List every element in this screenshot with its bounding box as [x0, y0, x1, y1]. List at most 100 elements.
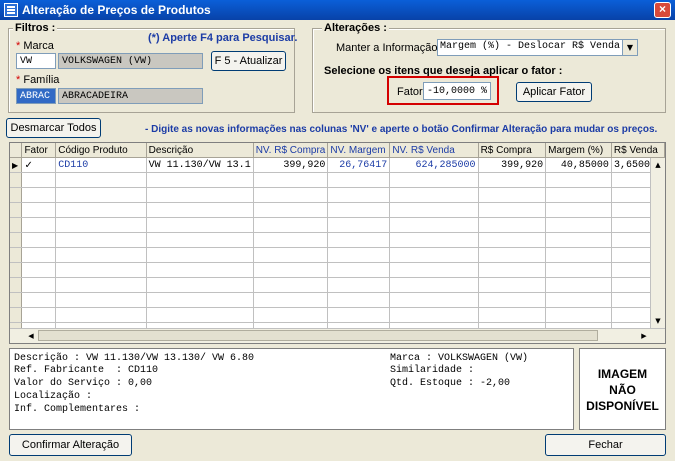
empty-cell — [478, 187, 547, 203]
empty-cell — [146, 217, 254, 233]
aplicar-fator-button[interactable]: Aplicar Fator — [516, 82, 592, 102]
empty-cell — [327, 232, 391, 248]
image-line-2: NÃO — [609, 383, 636, 397]
empty-cell — [253, 307, 329, 323]
empty-cell — [545, 277, 612, 293]
empty-cell — [146, 247, 254, 263]
vertical-scrollbar[interactable]: ▲ ▼ — [650, 158, 665, 328]
empty-cell — [327, 187, 391, 203]
cell-nv-venda[interactable]: 624,285000 — [389, 157, 479, 173]
empty-cell — [327, 217, 391, 233]
empty-cell — [146, 172, 254, 188]
scroll-thumb[interactable] — [38, 330, 598, 341]
fator-checkbox[interactable]: ✓ — [21, 157, 57, 173]
empty-cell — [21, 217, 57, 233]
detail-marca: Marca : VOLKSWAGEN (VW) — [390, 353, 529, 364]
empty-row — [10, 172, 665, 188]
col-nv-compra[interactable]: NV. R$ Compra — [253, 143, 329, 158]
col-venda[interactable]: R$ Venda — [611, 143, 665, 158]
products-grid[interactable]: Fator Código Produto Descrição NV. R$ Co… — [9, 142, 666, 344]
empty-cell — [55, 172, 147, 188]
empty-cell — [21, 277, 57, 293]
col-margem[interactable]: Margem (%) — [545, 143, 612, 158]
empty-cell — [55, 202, 147, 218]
empty-cell — [478, 292, 547, 308]
col-nv-venda[interactable]: NV. R$ Venda — [389, 143, 479, 158]
empty-row — [10, 262, 665, 278]
scroll-down-icon[interactable]: ▼ — [651, 314, 665, 328]
empty-cell — [253, 172, 329, 188]
col-compra[interactable]: R$ Compra — [478, 143, 547, 158]
empty-cell — [389, 262, 479, 278]
empty-row — [10, 247, 665, 263]
fechar-button[interactable]: Fechar — [545, 434, 666, 456]
empty-cell — [545, 292, 612, 308]
close-button[interactable]: × — [654, 2, 671, 18]
scroll-left-icon[interactable]: ◀ — [24, 329, 38, 343]
atualizar-button[interactable]: F 5 - Atualizar — [211, 51, 286, 71]
empty-cell — [10, 262, 23, 278]
familia-name-field — [58, 88, 203, 104]
empty-cell — [55, 277, 147, 293]
scroll-up-icon[interactable]: ▲ — [651, 158, 665, 172]
empty-cell — [10, 247, 23, 263]
empty-cell — [55, 307, 147, 323]
manter-select-value: Margem (%) - Deslocar R$ Venda — [440, 41, 621, 52]
empty-row — [10, 307, 665, 323]
scroll-right-icon[interactable]: ▶ — [637, 329, 651, 343]
empty-row — [10, 202, 665, 218]
empty-row — [10, 292, 665, 308]
col-nv-margem[interactable]: NV. Margem — [327, 143, 391, 158]
familia-code-input[interactable] — [16, 88, 56, 104]
empty-cell — [55, 232, 147, 248]
manter-select[interactable]: Margem (%) - Deslocar R$ Venda ▼ — [437, 39, 638, 56]
detail-valor: Valor do Serviço : 0,00 — [14, 378, 153, 389]
empty-cell — [389, 187, 479, 203]
row-pointer-icon: ▶ — [10, 157, 23, 173]
desmarcar-todos-button[interactable]: Desmarcar Todos — [6, 118, 101, 138]
empty-cell — [253, 292, 329, 308]
empty-cell — [545, 217, 612, 233]
confirmar-alteracao-button[interactable]: Confirmar Alteração — [9, 434, 132, 456]
col-descricao[interactable]: Descrição — [146, 143, 254, 158]
empty-cell — [327, 292, 391, 308]
empty-cell — [545, 202, 612, 218]
app-icon — [4, 3, 18, 17]
empty-row — [10, 232, 665, 248]
empty-cell — [327, 202, 391, 218]
row-indicator-header — [10, 143, 23, 158]
marca-code-input[interactable] — [16, 53, 56, 69]
detail-descricao: Descrição : VW 11.130/VW 13.130/ VW 6.80 — [14, 353, 255, 364]
col-fator[interactable]: Fator — [21, 143, 57, 158]
empty-cell — [21, 232, 57, 248]
empty-cell — [21, 187, 57, 203]
instruction-text: - Digite as novas informações nas coluna… — [145, 124, 658, 135]
empty-cell — [146, 262, 254, 278]
empty-cell — [146, 292, 254, 308]
empty-cell — [327, 277, 391, 293]
empty-cell — [146, 232, 254, 248]
empty-cell — [389, 292, 479, 308]
empty-cell — [253, 202, 329, 218]
chevron-down-icon[interactable]: ▼ — [622, 40, 637, 55]
empty-cell — [55, 262, 147, 278]
horizontal-scrollbar[interactable]: ◀ ▶ — [10, 328, 665, 343]
cell-nv-compra[interactable]: 399,920 — [253, 157, 329, 173]
empty-cell — [327, 307, 391, 323]
empty-cell — [10, 187, 23, 203]
window-title: Alteração de Preços de Produtos — [22, 3, 211, 17]
detail-estoque: Qtd. Estoque : -2,00 — [390, 378, 511, 389]
cell-nv-margem[interactable]: 26,76417 — [327, 157, 391, 173]
empty-cell — [545, 262, 612, 278]
marca-label-text: Marca — [23, 40, 54, 52]
table-row[interactable]: ▶ ✓ CD110 VW 11.130/VW 13.1 399,920 26,7… — [10, 157, 665, 173]
empty-cell — [146, 277, 254, 293]
empty-cell — [55, 217, 147, 233]
col-codigo[interactable]: Código Produto — [55, 143, 147, 158]
empty-cell — [146, 187, 254, 203]
empty-cell — [10, 202, 23, 218]
cell-compra: 399,920 — [478, 157, 547, 173]
empty-cell — [55, 187, 147, 203]
image-line-1: IMAGEM — [597, 367, 648, 381]
empty-cell — [253, 247, 329, 263]
